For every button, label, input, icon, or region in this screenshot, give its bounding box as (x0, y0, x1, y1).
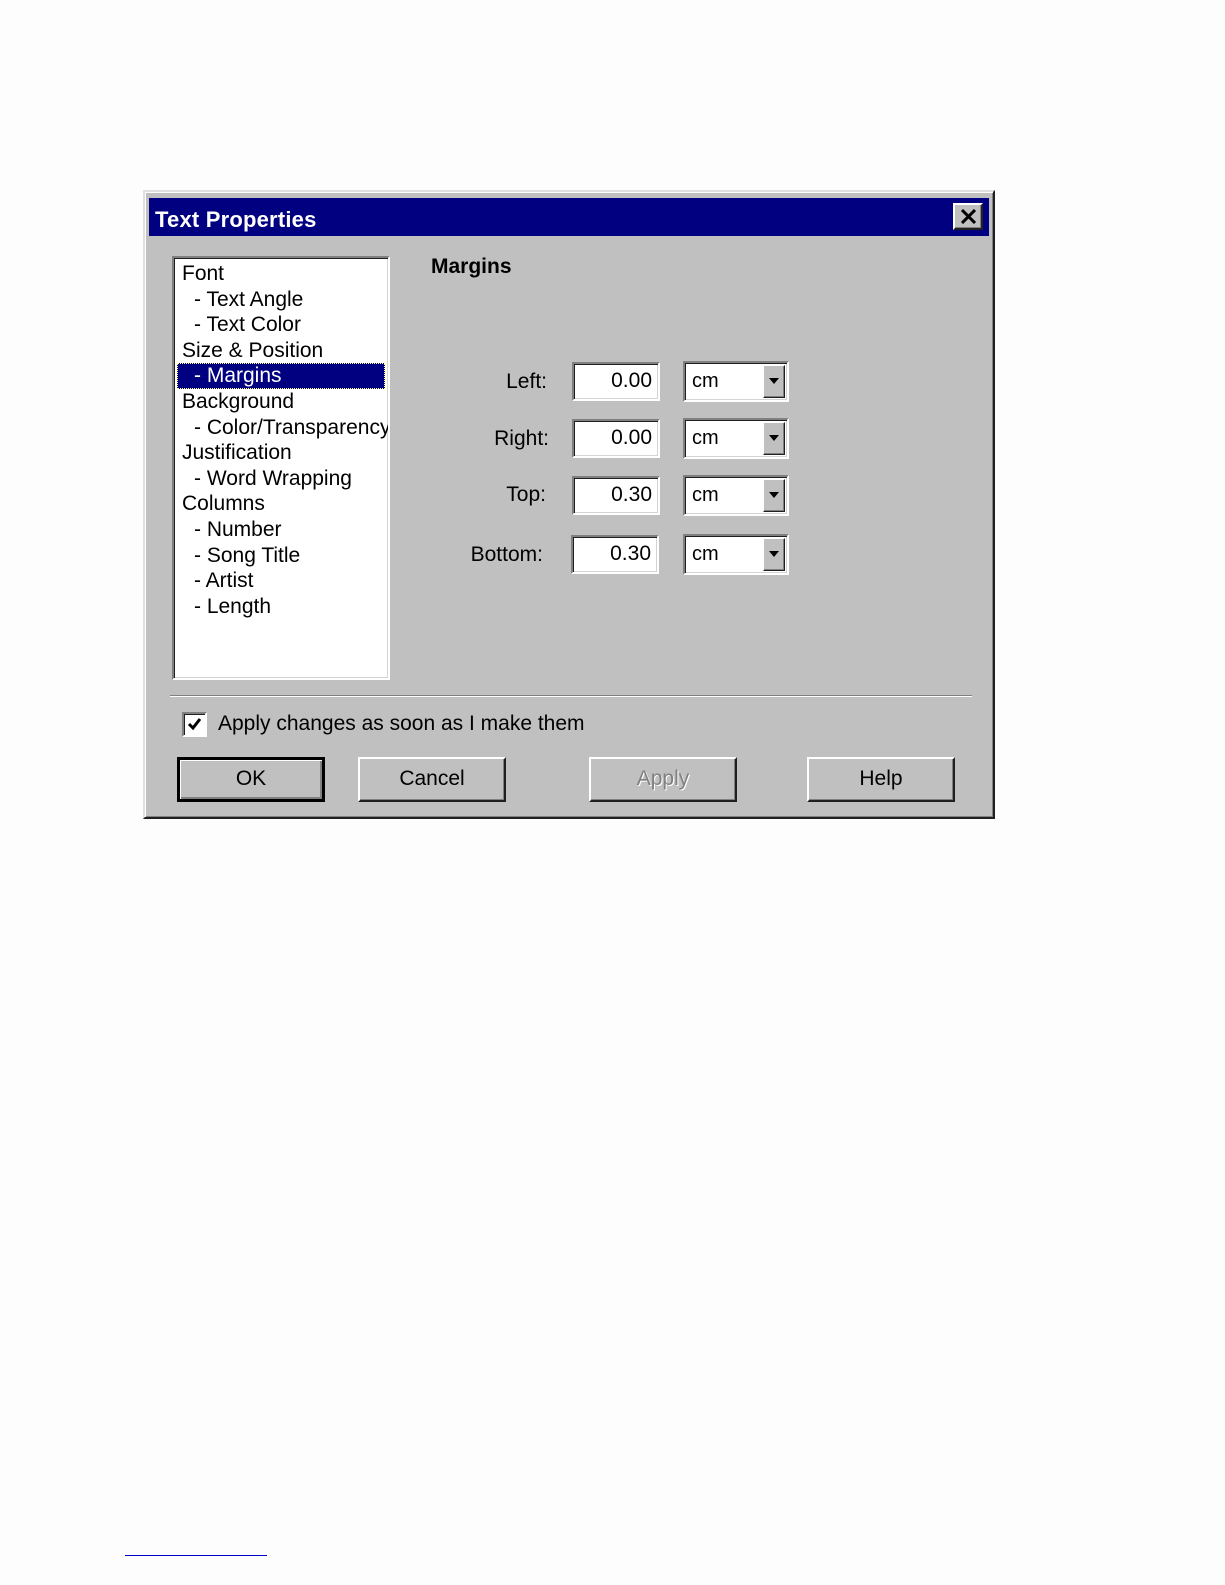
right-margin-unit-value: cm (692, 427, 719, 449)
close-icon (961, 209, 976, 224)
bottom-margin-label: Bottom: (470, 543, 543, 566)
chevron-down-icon (769, 492, 779, 498)
title-bar[interactable]: Text Properties (149, 198, 989, 236)
list-item[interactable]: Font (177, 261, 385, 287)
list-item[interactable]: - Text Color (177, 312, 385, 338)
top-margin-unit-value: cm (692, 484, 719, 506)
bottom-margin-unit-value: cm (692, 543, 719, 565)
list-item[interactable]: - Text Angle (177, 287, 385, 313)
list-item[interactable]: - Length (177, 594, 385, 620)
left-margin-label: Left: (506, 370, 547, 393)
list-item[interactable]: - Artist (177, 568, 385, 594)
top-margin-unit-dropdown-button[interactable] (763, 479, 785, 512)
cancel-button[interactable]: Cancel (358, 757, 506, 802)
right-margin-unit-select[interactable]: cm (683, 418, 789, 459)
text-properties-dialog: Text Properties Font - Text Angle - Text C… (143, 190, 995, 819)
apply-immediately-label[interactable]: Apply changes as soon as I make them (218, 712, 585, 736)
right-margin-label: Right: (494, 427, 549, 450)
right-margin-unit-dropdown-button[interactable] (763, 422, 785, 455)
list-item[interactable]: Size & Position (177, 338, 385, 364)
list-item[interactable]: Background (177, 389, 385, 415)
list-item[interactable]: Columns (177, 491, 385, 517)
list-item[interactable]: - Color/Transparency (177, 415, 388, 441)
close-button[interactable] (953, 203, 983, 230)
top-margin-unit-select[interactable]: cm (683, 475, 789, 516)
list-item[interactable]: - Margins (177, 363, 385, 389)
chevron-down-icon (769, 378, 779, 384)
checkmark-icon (187, 718, 202, 731)
list-items: Font - Text Angle - Text Color Size & Posit… (177, 261, 388, 620)
help-button[interactable]: Help (807, 757, 955, 802)
dialog-title: Text Properties (155, 207, 317, 232)
list-item[interactable]: - Number (177, 517, 385, 543)
list-item[interactable]: - Word Wrapping (177, 466, 385, 492)
left-margin-unit-select[interactable]: cm (683, 361, 789, 402)
property-category-list[interactable]: Font - Text Angle - Text Color Size & Posit… (172, 256, 390, 680)
chevron-down-icon (769, 551, 779, 557)
footer-rule (125, 1555, 267, 1556)
ok-button[interactable]: OK (177, 757, 325, 802)
left-margin-unit-value: cm (692, 370, 719, 392)
bottom-margin-unit-dropdown-button[interactable] (763, 538, 785, 571)
bottom-margin-unit-select[interactable]: cm (683, 534, 789, 575)
right-margin-input[interactable]: 0.00 (572, 419, 660, 458)
separator (170, 695, 972, 697)
list-item[interactable]: - Song Title (177, 543, 385, 569)
chevron-down-icon (769, 435, 779, 441)
section-title: Margins (431, 255, 512, 278)
list-item[interactable]: Justification (177, 440, 385, 466)
top-margin-label: Top: (506, 483, 546, 506)
bottom-margin-input[interactable]: 0.30 (571, 535, 659, 574)
apply-button[interactable]: Apply (589, 757, 737, 802)
left-margin-unit-dropdown-button[interactable] (763, 365, 785, 398)
apply-immediately-checkbox[interactable] (182, 712, 207, 737)
top-margin-input[interactable]: 0.30 (572, 476, 660, 515)
left-margin-input[interactable]: 0.00 (572, 362, 660, 401)
